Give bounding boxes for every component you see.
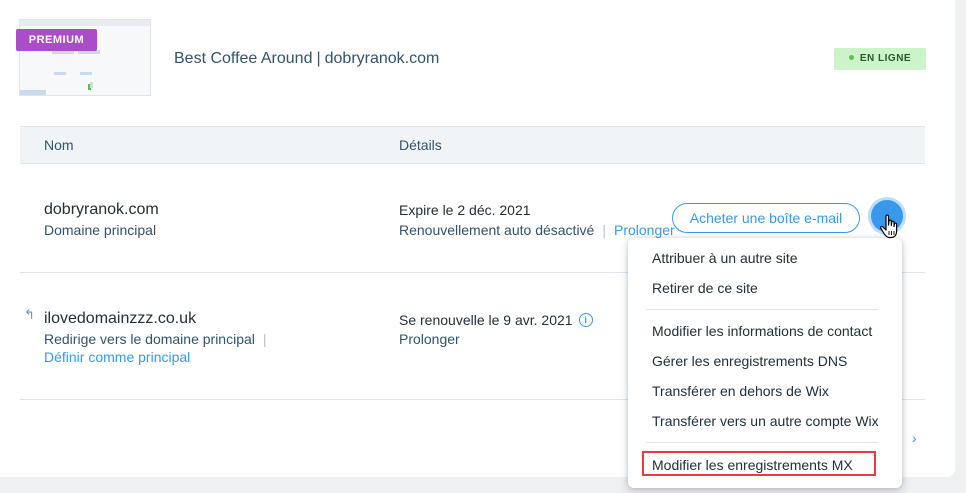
column-header-details: Détails <box>399 137 442 153</box>
domain-name: ilovedomainzzz.co.uk <box>44 310 197 327</box>
menu-item-manage-dns[interactable]: Gérer les enregistrements DNS <box>652 353 847 369</box>
buy-mailbox-button[interactable]: Acheter une boîte e-mail <box>672 203 860 233</box>
site-domain: dobryranok.com <box>324 50 440 67</box>
online-status-badge: EN LIGNE <box>834 48 926 70</box>
site-title: Best Coffee Around | dobryranok.com <box>174 50 439 68</box>
menu-item-edit-contact[interactable]: Modifier les informations de contact <box>652 323 872 339</box>
extend-link[interactable]: Prolonger <box>614 222 675 238</box>
renewal-date: Se renouvelle le 9 avr. 2021 i <box>399 312 593 328</box>
redirect-arrow-icon: ↰ <box>24 307 35 322</box>
actions-menu: Attribuer à un autre site Retirer de ce … <box>628 238 902 488</box>
extend-link[interactable]: Prolonger <box>399 331 460 347</box>
menu-divider <box>646 442 878 443</box>
expiry-date: Expire le 2 déc. 2021 <box>399 202 531 218</box>
site-name: Best Coffee Around <box>174 50 313 67</box>
highlight-box <box>642 451 876 476</box>
menu-item-transfer-out[interactable]: Transférer en dehors de Wix <box>652 383 829 399</box>
domain-name: dobryranok.com <box>44 201 159 218</box>
premium-badge: PREMIUM <box>16 29 97 51</box>
menu-item-transfer-account[interactable]: Transférer vers un autre compte Wix <box>652 413 879 429</box>
domain-role: Redirige vers le domaine principal | <box>44 331 267 347</box>
menu-item-remove-site[interactable]: Retirer de ce site <box>652 280 758 296</box>
status-dot-icon <box>848 54 854 60</box>
menu-item-assign-site[interactable]: Attribuer à un autre site <box>652 250 798 266</box>
column-header-name: Nom <box>44 137 74 153</box>
hand-cursor-icon <box>880 214 898 239</box>
chevron-right-icon[interactable]: › <box>912 430 917 446</box>
domain-role: Domaine principal <box>44 222 157 238</box>
set-as-primary-link[interactable]: Définir comme principal <box>44 349 190 365</box>
table-header: Nom Détails <box>20 126 925 164</box>
menu-divider <box>646 309 878 310</box>
renewal-status: Renouvellement auto désactivé | Prolonger <box>399 222 675 238</box>
site-title-separator: | <box>316 50 321 67</box>
info-icon[interactable]: i <box>578 313 593 328</box>
